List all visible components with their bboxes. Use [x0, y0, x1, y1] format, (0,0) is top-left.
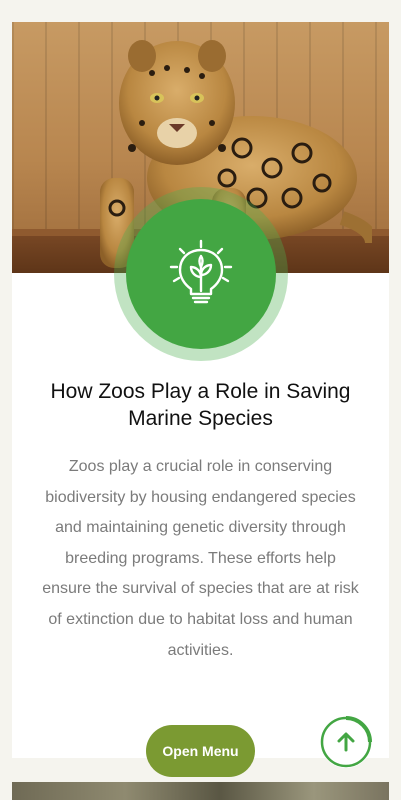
lightbulb-plant-icon: [169, 239, 233, 304]
next-article-image[interactable]: [12, 782, 389, 800]
open-menu-button[interactable]: Open Menu: [146, 725, 255, 777]
article-description: Zoos play a crucial role in conserving b…: [42, 458, 359, 659]
scroll-to-top-button[interactable]: [320, 716, 372, 768]
article-title[interactable]: How Zoos Play a Role in Saving Marine Sp…: [32, 378, 369, 432]
article-card: How Zoos Play a Role in Saving Marine Sp…: [12, 22, 389, 758]
badge-ring: [114, 187, 288, 361]
badge-circle: [126, 199, 276, 349]
scroll-progress-ring: [320, 716, 372, 768]
